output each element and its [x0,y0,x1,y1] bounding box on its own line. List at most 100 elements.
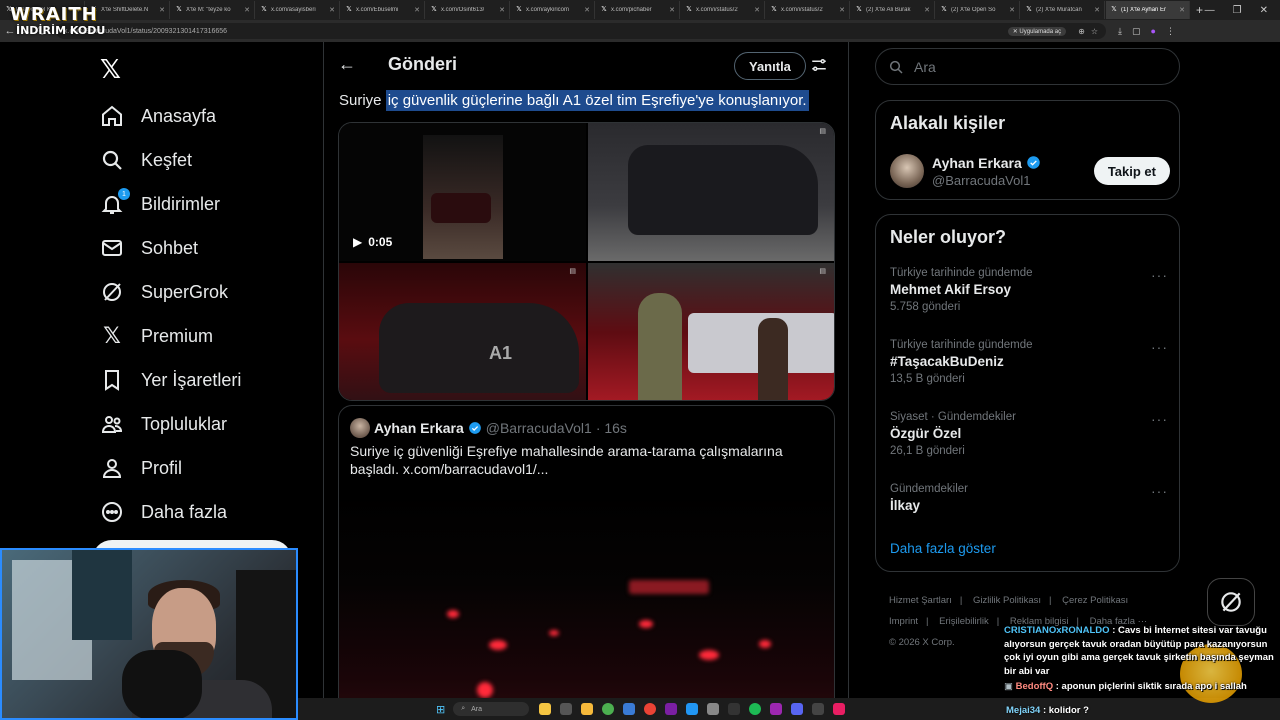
discord-icon[interactable] [791,703,804,715]
tab-close-icon[interactable]: ✕ [327,6,335,14]
app-icon[interactable] [623,703,636,715]
app-icon[interactable] [539,703,552,715]
tab-close-icon[interactable]: ✕ [497,6,505,14]
browser-tab[interactable]: 𝕏x.com/pichaber ✕ [596,1,680,19]
avatar[interactable] [890,154,924,188]
app-icon[interactable] [560,703,573,715]
grok-floating-button[interactable] [1207,578,1255,626]
media-photo-4[interactable]: ▤ [588,263,834,400]
browser-tab[interactable]: 𝕏x.com/Osint613/ ✕ [426,1,510,19]
tab-close-icon[interactable]: ✕ [667,6,675,14]
browser-tab[interactable]: 𝕏x.com/asayisberi ✕ [256,1,340,19]
notification-badge: 1 [118,188,130,200]
quoted-post-video[interactable] [339,490,834,720]
follow-button[interactable]: Takip et [1093,157,1170,185]
footer-link[interactable]: Erişilebilirlik [939,616,989,627]
trend-item[interactable]: Gündemdekiler İlkay ··· [890,483,1168,513]
more-dots-icon[interactable]: ··· [1151,339,1168,355]
media-video[interactable]: ▶ 0:05 [339,123,586,261]
app-icon[interactable] [812,703,825,715]
trend-item[interactable]: Siyaset · Gündemdekiler Özgür Özel 26,1 … [890,411,1168,457]
tab-close-icon[interactable]: ✕ [922,6,930,14]
app-icon[interactable] [707,703,720,715]
tab-close-icon[interactable]: ✕ [1092,6,1100,14]
footer-link[interactable]: Çerez Politikası [1062,595,1128,606]
more-dots-icon[interactable]: ··· [1151,411,1168,427]
browser-tab[interactable]: 𝕏x.com/i/status/2 ✕ [766,1,850,19]
chrome-icon[interactable] [602,703,615,715]
quoted-author-name[interactable]: Ayhan Erkara [374,420,464,436]
open-in-app-chip[interactable]: ✕ Uygulamada aç [1007,26,1067,36]
nav-item-messages[interactable]: Sohbet [100,232,198,264]
tab-close-icon[interactable]: ✕ [1007,6,1015,14]
browser-tab[interactable]: 𝕏x.com/Ebuselmi ✕ [341,1,425,19]
sliders-icon[interactable] [810,56,828,79]
footer-link[interactable]: Hizmet Şartları [889,595,952,606]
nav-item-premium[interactable]: 𝕏 Premium [100,320,213,352]
reply-button[interactable]: Yanıtla [734,52,806,80]
nav-item-explore[interactable]: Keşfet [100,144,192,176]
browser-tab[interactable]: 𝕏 (2) X'te Muratcan ✕ [1021,1,1105,19]
app-icon[interactable] [728,703,741,715]
search-input[interactable]: Ara [875,48,1180,85]
show-more-link[interactable]: Daha fazla göster [890,541,996,556]
star-icon[interactable]: ☆ [1091,27,1098,36]
footer-link[interactable]: Imprint [889,616,918,627]
nav-item-more[interactable]: Daha fazla [100,496,227,528]
browser-tab[interactable]: 𝕏 (2) X'te Open So ✕ [936,1,1020,19]
tab-close-icon[interactable]: ✕ [412,6,420,14]
app-icon[interactable] [644,703,657,715]
quoted-author-handle[interactable]: @BarracudaVol1 [486,420,592,436]
browser-tab[interactable]: 𝕏x.com/aykiricom ✕ [511,1,595,19]
download-icon[interactable]: ⤓ [1118,26,1122,37]
tab-favicon-icon: 𝕏 [941,6,947,13]
tab-close-icon[interactable]: ✕ [157,6,165,14]
bookmark-icon [100,368,124,392]
nav-item-supergrok[interactable]: SuperGrok [100,276,228,308]
person-name[interactable]: Ayhan Erkara [932,155,1022,171]
app-icon[interactable] [686,703,699,715]
extensions-icon[interactable]: ▢ [1132,26,1141,37]
nav-item-notifications[interactable]: 1 Bildirimler [100,188,220,220]
more-dots-icon[interactable]: ··· [1151,267,1168,283]
app-icon[interactable] [833,703,846,715]
browser-tab[interactable]: 𝕏 X'te M: "teyze ko ✕ [171,1,255,19]
url-field[interactable]: x.com/BarracudaVol1/status/2009321301417… [56,23,1106,39]
nav-item-bookmarks[interactable]: Yer İşaretleri [100,364,241,396]
tab-close-icon[interactable]: ✕ [582,6,590,14]
menu-icon[interactable]: ⋮ [1166,26,1175,37]
nav-item-home[interactable]: Anasayfa [100,100,216,132]
windows-start-icon[interactable]: ⊞ [436,703,445,716]
minimize-icon[interactable]: — [1205,5,1215,16]
browser-tab[interactable]: 𝕏x.com/i/status/2 ✕ [681,1,765,19]
zoom-icon[interactable]: ⊕ [1078,27,1085,36]
nav-label-premium: Premium [141,325,214,346]
tab-close-icon[interactable]: ✕ [837,6,845,14]
maximize-icon[interactable]: ❐ [1233,5,1242,16]
quoted-post[interactable]: Ayhan Erkara @BarracudaVol1 · 16s Suriye… [338,405,835,720]
taskbar-search[interactable]: ⌕ Ara [453,702,530,716]
profile-avatar-icon[interactable]: ● [1151,26,1156,37]
nav-item-communities[interactable]: Topluluklar [100,408,227,440]
footer-link[interactable]: Gizlilik Politikası [973,595,1041,606]
spotify-icon[interactable] [749,703,762,715]
tab-close-icon[interactable]: ✕ [1177,6,1185,14]
back-arrow-icon[interactable]: ← [338,54,356,75]
folder-icon[interactable] [581,703,594,715]
media-photo-3[interactable]: A1 ▤ [339,263,586,400]
tab-close-icon[interactable]: ✕ [752,6,760,14]
browser-tab[interactable]: 𝕏 (1) X'te Ayhan Er ✕ [1106,1,1190,19]
nav-item-profile[interactable]: Profil [100,452,182,484]
close-window-icon[interactable]: ✕ [1260,5,1268,16]
browser-tab[interactable]: 𝕏 (2) X'te Ali Burak ✕ [851,1,935,19]
related-person[interactable]: Ayhan Erkara @BarracudaVol1 Takip et [890,154,1170,188]
tab-close-icon[interactable]: ✕ [242,6,250,14]
trend-item[interactable]: Türkiye tarihinde gündemde #TaşacakBuDen… [890,339,1168,385]
more-dots-icon[interactable]: ··· [1151,483,1168,499]
app-icon[interactable] [770,703,783,715]
media-photo-2[interactable]: ▤ [588,123,834,261]
app-icon[interactable] [665,703,678,715]
trend-item[interactable]: Türkiye tarihinde gündemde Mehmet Akif E… [890,267,1168,313]
x-logo-icon[interactable]: 𝕏 [100,54,121,85]
avatar[interactable] [350,418,370,438]
